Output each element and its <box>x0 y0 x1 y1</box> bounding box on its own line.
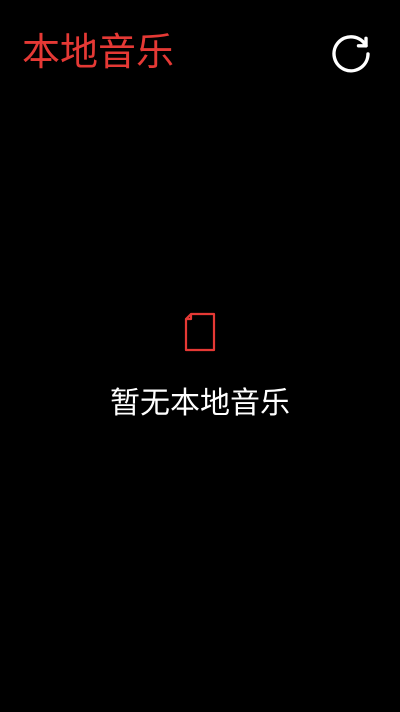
file-icon <box>182 312 218 352</box>
empty-state: 暂无本地音乐 <box>0 312 400 432</box>
refresh-button[interactable] <box>325 26 377 78</box>
top-bar: 本地音乐 <box>0 0 400 104</box>
page-title: 本地音乐 <box>22 30 175 74</box>
refresh-icon <box>327 28 375 76</box>
local-music-screen: 本地音乐 暂无本地音乐 <box>0 0 400 712</box>
empty-state-message: 暂无本地音乐 <box>110 386 290 421</box>
